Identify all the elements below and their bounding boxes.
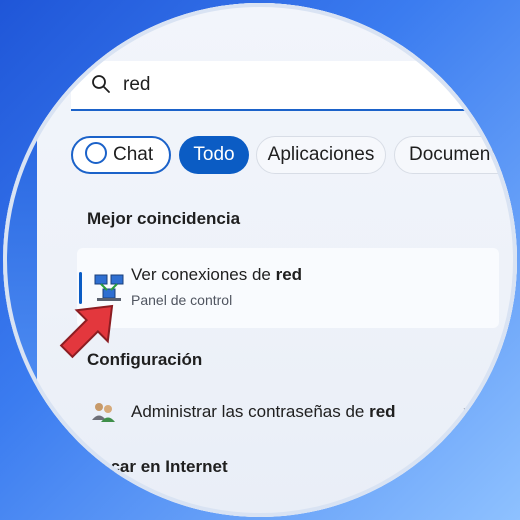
filter-todo[interactable]: Todo bbox=[179, 136, 249, 174]
filter-todo-label: Todo bbox=[193, 144, 235, 165]
filter-chat-label: Chat bbox=[113, 144, 154, 165]
search-icon bbox=[92, 75, 110, 93]
best-match-heading: Mejor coincidencia bbox=[87, 209, 241, 228]
best-match-result[interactable]: Ver conexiones de red Panel de control bbox=[77, 248, 499, 328]
filter-documents-label: Document bbox=[409, 144, 496, 165]
user-credentials-icon bbox=[92, 403, 115, 422]
filter-chat[interactable]: Chat bbox=[71, 136, 171, 174]
settings-result[interactable]: Administrar las contraseñas de red › bbox=[91, 397, 511, 427]
filter-documents[interactable]: Document bbox=[394, 136, 517, 174]
filter-apps-label: Aplicaciones bbox=[267, 144, 375, 165]
filter-apps[interactable]: Aplicaciones bbox=[256, 136, 386, 174]
settings-result-label: Administrar las contraseñas de red bbox=[131, 402, 396, 421]
bing-chat-icon bbox=[85, 141, 107, 164]
best-match-subtitle: Panel de control bbox=[131, 292, 233, 308]
wallpaper-edge bbox=[3, 103, 37, 403]
internet-heading: scar en Internet bbox=[101, 457, 228, 476]
search-query: red bbox=[123, 74, 151, 95]
best-match-title: Ver conexiones de red bbox=[131, 265, 303, 284]
search-panel: red Chat Todo Aplicaciones Document Mejo… bbox=[3, 3, 517, 517]
search-input[interactable]: red bbox=[71, 61, 517, 111]
pointer-arrow-icon bbox=[59, 304, 114, 359]
chevron-right-icon: › bbox=[463, 401, 469, 420]
zoom-lens: red Chat Todo Aplicaciones Document Mejo… bbox=[3, 3, 517, 517]
